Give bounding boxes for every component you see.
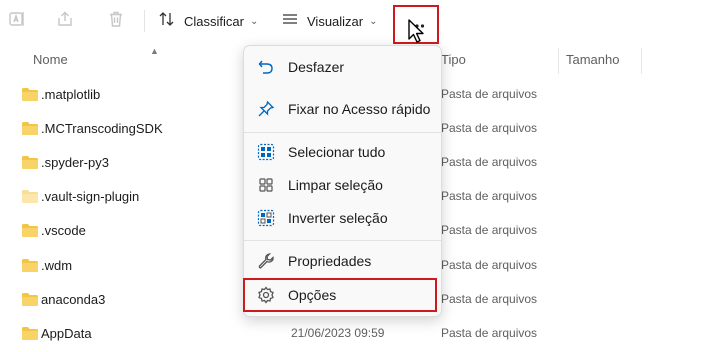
toolbar-divider [144,10,145,32]
menu-separator [244,240,441,241]
command-bar: Classificar ⌄ Visualizar ⌄ [0,0,717,44]
column-header-size[interactable]: Tamanho [566,52,619,74]
file-date: 21/06/2023 09:59 [291,326,385,340]
file-type: Pasta de arquivos [441,326,538,340]
select-all-icon [257,143,275,161]
sort-ascending-indicator: ▲ [150,46,159,56]
more-options-button[interactable] [393,5,439,44]
rename-icon [8,10,26,33]
view-button[interactable]: Visualizar ⌄ [281,8,378,34]
menu-item-label: Desfazer [288,59,345,75]
file-name: .vault-sign-plugin [41,189,140,204]
file-type: Pasta de arquivos [441,189,538,203]
menu-item-label: Selecionar tudo [288,144,386,160]
file-type: Pasta de arquivos [441,292,538,306]
file-type: Pasta de arquivos [441,87,538,101]
file-name: .MCTranscodingSDK [41,121,163,136]
menu-item-undo[interactable]: Desfazer [248,52,437,82]
sort-button[interactable]: Classificar ⌄ [158,8,258,34]
file-type: Pasta de arquivos [441,121,538,135]
invert-selection-icon [257,209,275,227]
file-name: .matplotlib [41,87,101,102]
sort-label: Classificar [184,13,244,29]
column-divider[interactable] [641,48,642,74]
sort-icon [158,10,176,33]
file-name: .vscode [41,223,86,238]
view-label: Visualizar [307,13,364,29]
column-header-type[interactable]: Tipo [441,52,466,74]
menu-item-pin-quick-access[interactable]: Fixar no Acesso rápido [248,94,437,124]
menu-separator [244,132,441,133]
folder-icon [22,122,38,135]
folder-icon [22,190,38,203]
file-type: Pasta de arquivos [441,155,538,169]
more-options-menu: Desfazer Fixar no Acesso rápido Selecion… [243,45,442,317]
file-name: AppData [41,326,92,341]
menu-item-label: Limpar seleção [288,177,383,193]
file-name: .spyder-py3 [41,155,109,170]
menu-item-select-all[interactable]: Selecionar tudo [248,137,437,167]
menu-item-properties[interactable]: Propriedades [248,246,437,276]
menu-item-label: Fixar no Acesso rápido [288,101,431,117]
clear-selection-icon [257,176,275,194]
column-divider[interactable] [558,48,559,74]
chevron-down-icon: ⌄ [249,15,259,27]
undo-icon [257,58,275,76]
folder-icon [22,88,38,101]
file-type: Pasta de arquivos [441,258,538,272]
pin-icon [257,100,275,118]
file-name: .wdm [41,258,73,273]
menu-item-label: Inverter seleção [288,210,388,226]
folder-icon [22,327,38,340]
chevron-down-icon: ⌄ [369,15,378,27]
file-row[interactable]: AppData 21/06/2023 09:59 Pasta de arquiv… [0,318,717,352]
view-icon [281,10,299,33]
share-icon [56,10,74,33]
folder-icon [22,224,38,237]
share-button[interactable] [52,8,78,34]
folder-icon [22,259,38,272]
file-type: Pasta de arquivos [441,223,538,237]
menu-item-label: Propriedades [288,253,372,269]
folder-icon [22,156,38,169]
options-highlight-box [243,278,437,312]
delete-button[interactable] [103,8,129,34]
column-header-name[interactable]: Nome [33,52,68,74]
menu-item-clear-selection[interactable]: Limpar seleção [248,170,437,200]
delete-icon [107,10,125,33]
file-name: anaconda3 [41,292,106,307]
properties-icon [257,252,275,270]
folder-icon [22,293,38,306]
menu-item-invert-selection[interactable]: Inverter seleção [248,203,437,233]
rename-button[interactable] [4,8,30,34]
